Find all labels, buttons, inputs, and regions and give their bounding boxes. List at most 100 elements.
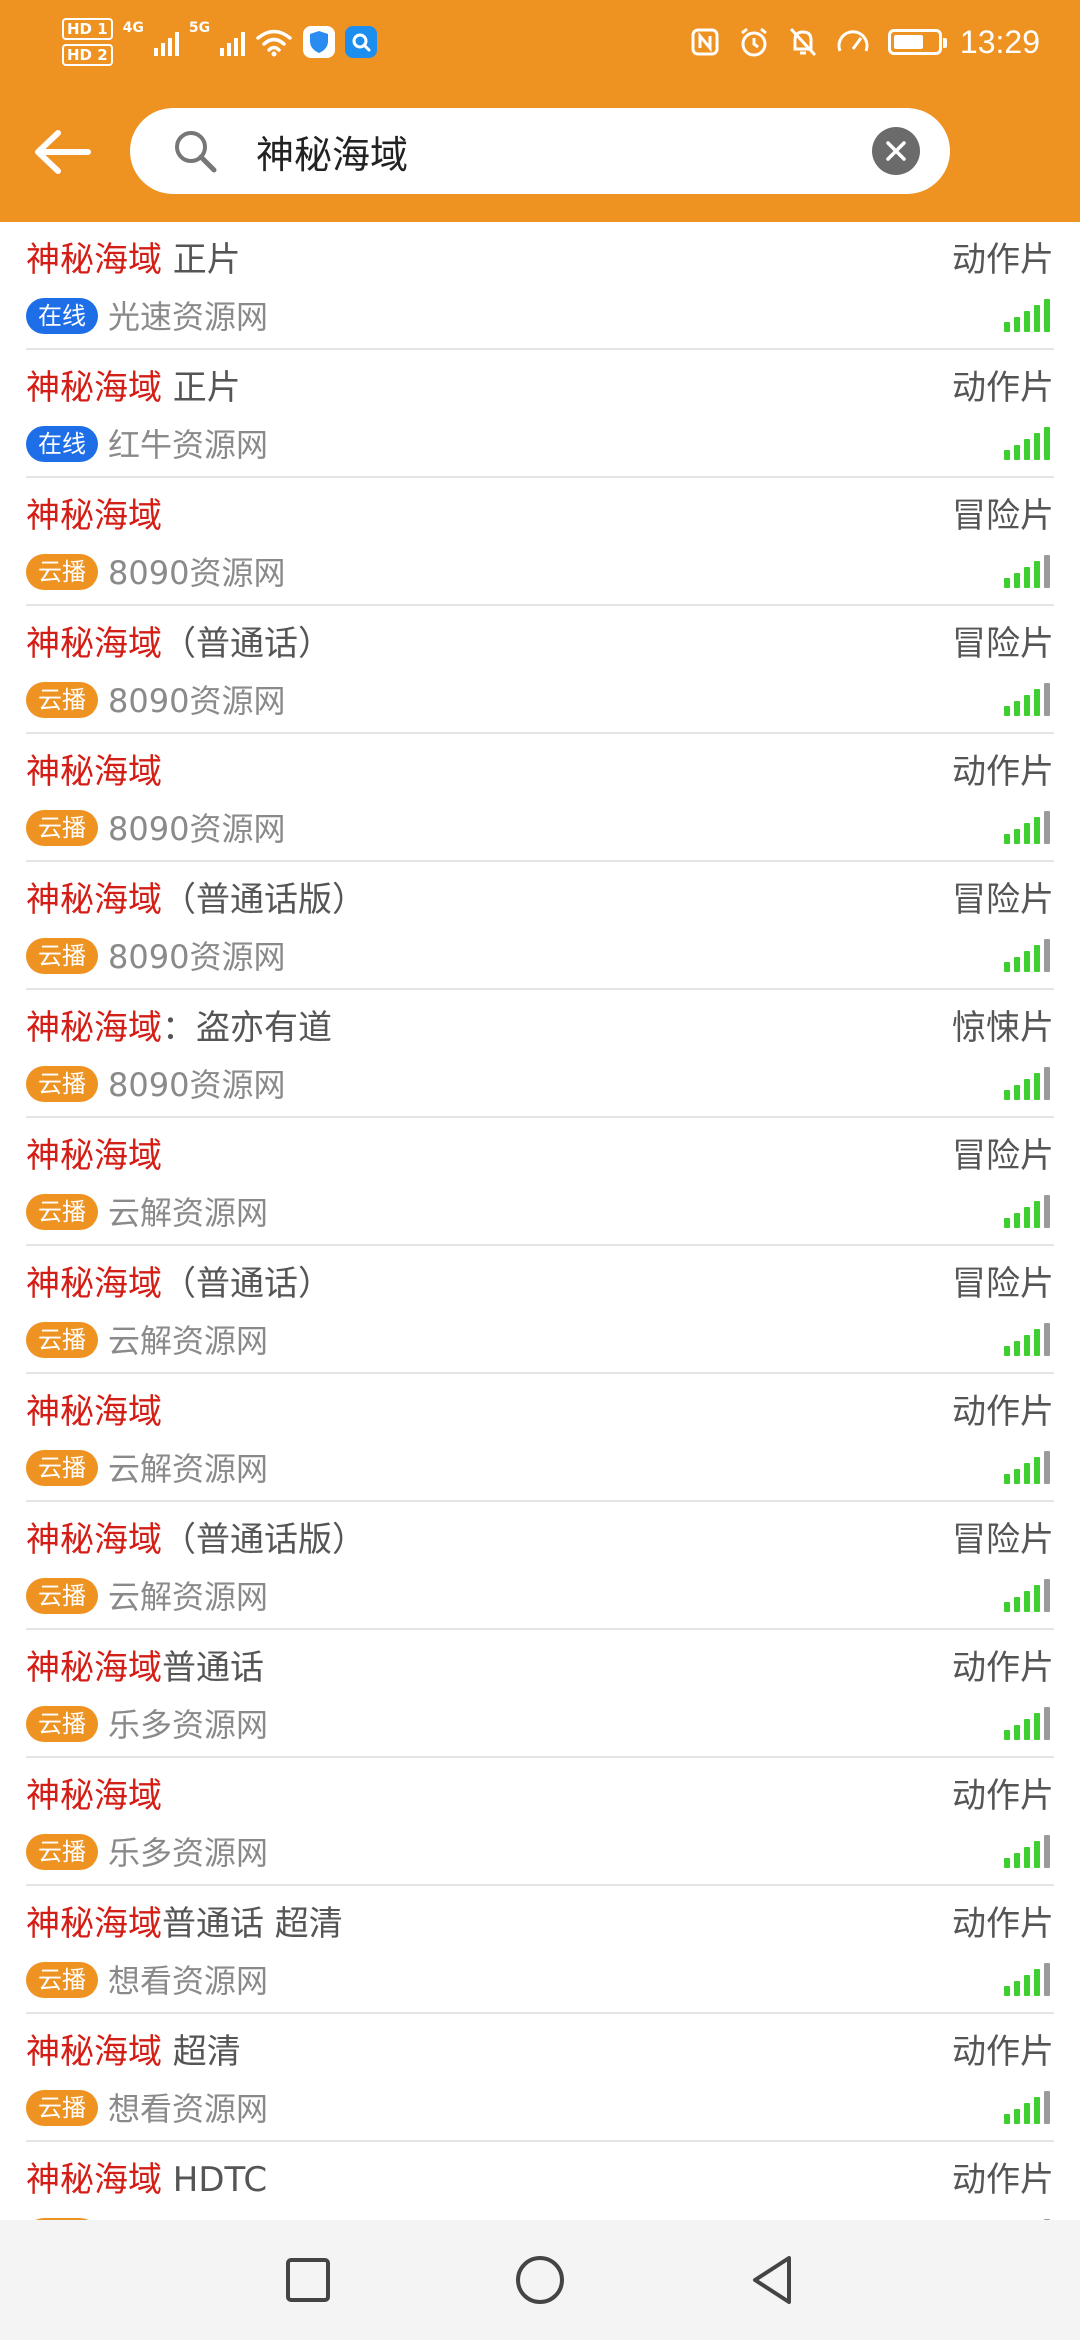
result-row[interactable]: 神秘海域（普通话） 冒险片 云播 8090资源网 [26, 606, 1054, 734]
signal-strength-icon [1004, 1706, 1050, 1740]
app-header: HD 1 HD 2 4G 5G 13:29 神秘海域 [0, 0, 1080, 222]
signal-strength-icon [1004, 1450, 1050, 1484]
result-source: 云解资源网 [108, 1450, 269, 1488]
nfc-icon [691, 28, 719, 56]
signal-bar [1044, 1323, 1050, 1356]
cloud-play-badge: 云播 [26, 938, 98, 974]
result-row[interactable]: 神秘海域普通话 超清 动作片 云播 想看资源网 [26, 1886, 1054, 2014]
recents-button[interactable] [276, 2248, 340, 2312]
signal-bar [1044, 2091, 1050, 2124]
signal-bar [1024, 1207, 1030, 1228]
signal-bar [1044, 1707, 1050, 1740]
result-row[interactable]: 神秘海域 动作片 云播 8090资源网 [26, 734, 1054, 862]
signal-bar [1024, 1975, 1030, 1996]
signal-icon [220, 28, 246, 56]
signal-bar [1034, 1457, 1040, 1484]
signal-bar [1004, 962, 1010, 972]
result-source: 想看资源网 [108, 1962, 269, 2000]
signal-bar [1034, 1329, 1040, 1356]
signal-bar [1004, 322, 1010, 332]
result-title-suffix: （普通话版） [162, 1520, 366, 1560]
result-genre: 冒险片 [952, 1136, 1054, 1176]
signal-bar [1034, 945, 1040, 972]
signal-bar [1024, 1591, 1030, 1612]
result-title-suffix: （普通话） [162, 1264, 332, 1304]
result-title-suffix: 超清 [162, 2032, 241, 2072]
result-row[interactable]: 神秘海域 动作片 云播 乐多资源网 [26, 1758, 1054, 1886]
result-row[interactable]: 神秘海域（普通话版） 冒险片 云播 8090资源网 [26, 862, 1054, 990]
online-badge: 在线 [26, 426, 98, 462]
hd2-badge: HD 2 [62, 44, 113, 66]
clear-search-button[interactable] [872, 127, 920, 175]
signal-strength-icon [1004, 1322, 1050, 1356]
signal-bar [1014, 829, 1020, 844]
signal-bar [1044, 555, 1050, 588]
back-nav-button[interactable] [740, 2248, 804, 2312]
signal-bar [1034, 817, 1040, 844]
search-input[interactable] [256, 118, 856, 184]
home-button[interactable] [508, 2248, 572, 2312]
signal-bar [1034, 1073, 1040, 1100]
result-row[interactable]: 神秘海域：盗亦有道 惊悚片 云播 8090资源网 [26, 990, 1054, 1118]
search-box[interactable] [130, 108, 950, 194]
cloud-play-badge: 云播 [26, 2090, 98, 2126]
result-genre: 动作片 [952, 2160, 1054, 2200]
result-title-suffix: 普通话 [162, 1648, 264, 1688]
signal-bar [1014, 1341, 1020, 1356]
back-button[interactable] [22, 112, 102, 192]
battery-icon [887, 29, 947, 55]
result-row[interactable]: 神秘海域 正片 动作片 在线 红牛资源网 [26, 350, 1054, 478]
result-source: 云解资源网 [108, 1578, 269, 1616]
signal-bar [1014, 1981, 1020, 1996]
result-row[interactable]: 神秘海域 超清 动作片 云播 想看资源网 [26, 2014, 1054, 2142]
result-title-keyword: 神秘海域 [26, 368, 162, 408]
cloud-play-badge: 云播 [26, 682, 98, 718]
result-title: 神秘海域普通话 [26, 1644, 264, 1692]
signal-bar [1004, 1986, 1010, 1996]
result-row[interactable]: 神秘海域 正片 动作片 在线 光速资源网 [26, 222, 1054, 350]
result-row[interactable]: 神秘海域 动作片 云播 云解资源网 [26, 1374, 1054, 1502]
result-title: 神秘海域（普通话版） [26, 876, 366, 924]
result-title: 神秘海域（普通话版） [26, 1516, 366, 1564]
signal-bar [1004, 1346, 1010, 1356]
signal-strength-icon [1004, 1066, 1050, 1100]
result-genre: 冒险片 [952, 624, 1054, 664]
result-title: 神秘海域 HDTC [26, 2156, 267, 2204]
signal-bar [1024, 311, 1030, 332]
signal-bar [1024, 2103, 1030, 2124]
circle-icon [516, 2256, 564, 2304]
result-title: 神秘海域 [26, 1388, 162, 1436]
result-genre: 惊悚片 [952, 1008, 1054, 1048]
shield-app-icon [303, 26, 336, 58]
result-title-suffix: （普通话） [162, 624, 332, 664]
signal-bar [1034, 433, 1040, 460]
mute-icon [789, 27, 817, 57]
signal-strength-icon [1004, 426, 1050, 460]
signal-bar [1014, 957, 1020, 972]
result-row[interactable]: 神秘海域（普通话版） 冒险片 云播 云解资源网 [26, 1502, 1054, 1630]
cloud-play-badge: 云播 [26, 1706, 98, 1742]
result-source: 8090资源网 [108, 1066, 286, 1104]
result-title: 神秘海域 正片 [26, 364, 241, 412]
result-genre: 动作片 [952, 752, 1054, 792]
signal-bar [1044, 1835, 1050, 1868]
signal-bar [1034, 305, 1040, 332]
cloud-play-badge: 云播 [26, 1578, 98, 1614]
search-app-icon [345, 26, 378, 58]
result-row[interactable]: 神秘海域普通话 动作片 云播 乐多资源网 [26, 1630, 1054, 1758]
signal-strength-icon [1004, 1962, 1050, 1996]
signal-bar [1004, 1218, 1010, 1228]
close-icon [886, 141, 906, 161]
result-source: 乐多资源网 [108, 1706, 269, 1744]
result-row[interactable]: 神秘海域（普通话） 冒险片 云播 云解资源网 [26, 1246, 1054, 1374]
result-title-suffix: ：盗亦有道 [162, 1008, 332, 1048]
signal-bar [1014, 1085, 1020, 1100]
signal-bar [1024, 695, 1030, 716]
result-source: 8090资源网 [108, 938, 286, 976]
speed-icon [837, 30, 869, 52]
result-row[interactable]: 神秘海域 冒险片 云播 8090资源网 [26, 478, 1054, 606]
result-row[interactable]: 神秘海域 HDTC动作片云播想看资源网 [26, 2142, 1054, 2220]
net2-label: 5G [188, 20, 211, 36]
signal-strength-icon [1004, 1834, 1050, 1868]
result-row[interactable]: 神秘海域 冒险片 云播 云解资源网 [26, 1118, 1054, 1246]
